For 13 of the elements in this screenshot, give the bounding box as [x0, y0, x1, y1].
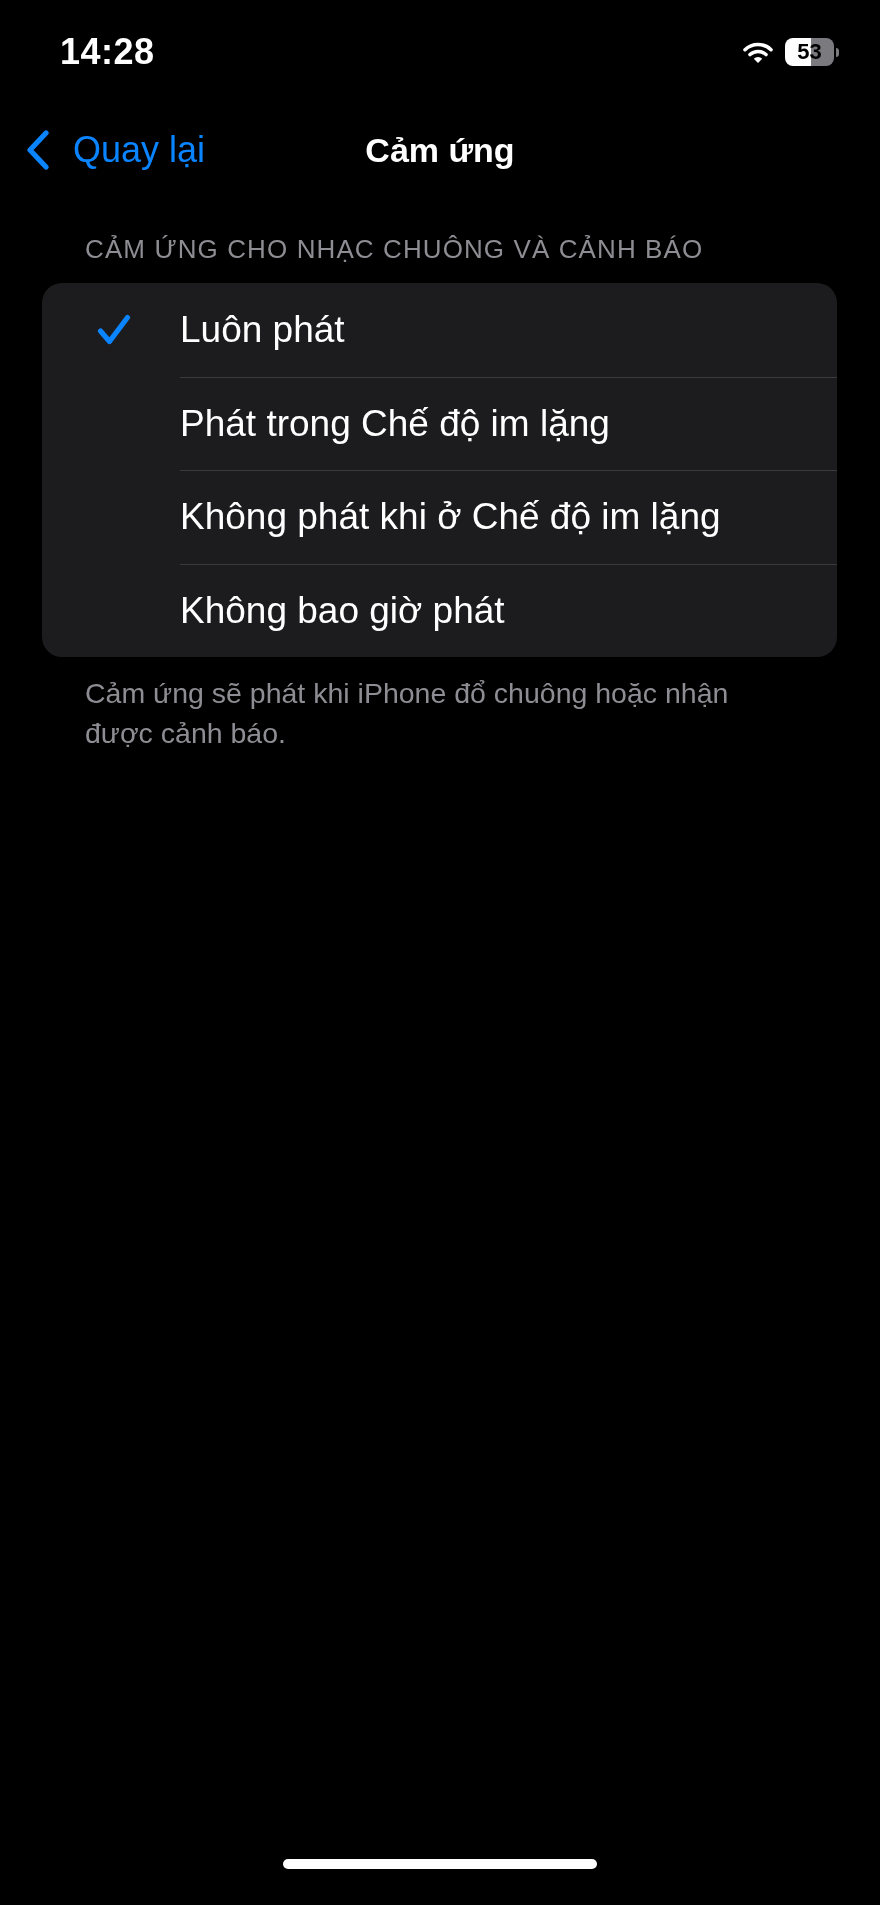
option-row[interactable]: Luôn phát: [42, 283, 837, 377]
battery-percentage: 53: [797, 41, 822, 63]
chevron-left-icon: [25, 130, 51, 170]
option-row[interactable]: Không phát khi ở Chế độ im lặng: [42, 470, 837, 564]
page-title: Cảm ứng: [365, 130, 515, 170]
wifi-icon: [743, 40, 773, 64]
status-time: 14:28: [60, 31, 155, 73]
back-button[interactable]: Quay lại: [25, 129, 206, 171]
home-indicator[interactable]: [283, 1859, 597, 1869]
option-row[interactable]: Không bao giờ phát: [42, 563, 837, 657]
section-footer-note: Cảm ứng sẽ phát khi iPhone đổ chuông hoặc nhận được cảnh báo.: [85, 676, 730, 751]
section-header: CẢM ỨNG CHO NHẠC CHUÔNG VÀ CẢNH BÁO: [85, 234, 704, 264]
option-row[interactable]: Phát trong Chế độ im lặng: [42, 376, 837, 470]
